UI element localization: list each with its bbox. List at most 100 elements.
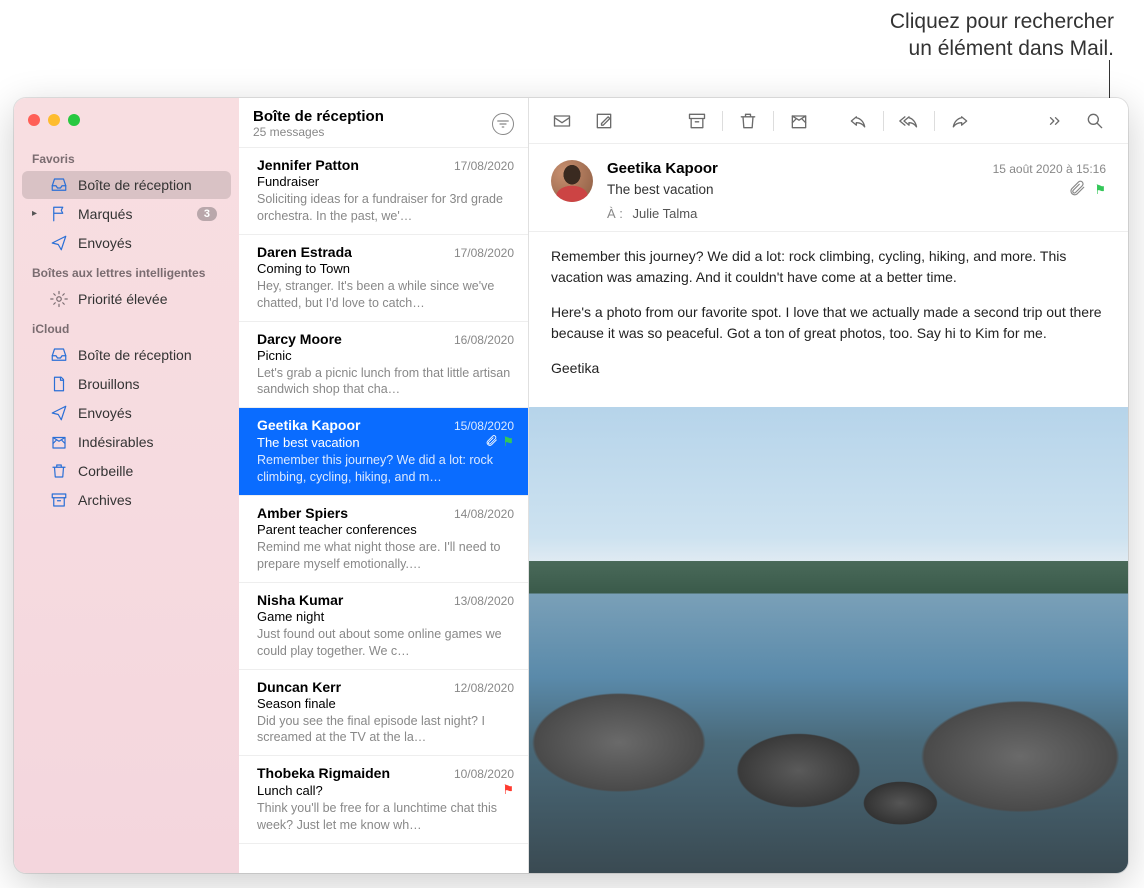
message-row[interactable]: Duncan Kerr 12/08/2020 Season finale Did… <box>239 670 528 757</box>
message-subject: The best vacation <box>607 182 714 197</box>
message-subject: Game night <box>257 609 324 624</box>
attachment-icon <box>485 434 498 450</box>
search-button[interactable] <box>1076 105 1114 137</box>
sender-name: Duncan Kerr <box>257 679 341 695</box>
message-row[interactable]: Darcy Moore 16/08/2020 Picnic Let's grab… <box>239 322 528 409</box>
inbox-icon <box>50 346 68 364</box>
more-button[interactable] <box>1034 105 1072 137</box>
message-preview: Hey, stranger. It's been a while since w… <box>257 278 514 312</box>
sidebar-label: Priorité élevée <box>78 291 217 307</box>
mail-window: Favoris Boîte de réception ▸ Marqués 3 E… <box>14 98 1128 873</box>
junk-button[interactable] <box>780 105 818 137</box>
message-date: 15/08/2020 <box>454 419 514 433</box>
sidebar-item-icloud-sent[interactable]: Envoyés <box>22 399 231 427</box>
document-icon <box>50 375 68 393</box>
message-preview: Just found out about some online games w… <box>257 626 514 660</box>
sidebar-item-icloud-drafts[interactable]: Brouillons <box>22 370 231 398</box>
sidebar-item-flagged[interactable]: ▸ Marqués 3 <box>22 200 231 228</box>
flag-icon[interactable]: ⚑ <box>1094 182 1106 198</box>
avatar[interactable] <box>551 160 593 202</box>
archive-icon <box>50 491 68 509</box>
message-subject: The best vacation <box>257 435 360 450</box>
message-list[interactable]: Jennifer Patton 17/08/2020 Fundraiser So… <box>239 148 528 873</box>
chevron-right-icon[interactable]: ▸ <box>32 208 37 219</box>
sender-name: Darcy Moore <box>257 331 342 347</box>
sidebar-label: Corbeille <box>78 463 217 479</box>
gear-icon <box>50 290 68 308</box>
mark-read-button[interactable] <box>543 105 581 137</box>
mailbox-title: Boîte de réception <box>253 108 492 125</box>
message-date: 12/08/2020 <box>454 681 514 695</box>
message-preview: Soliciting ideas for a fundraiser for 3r… <box>257 191 514 225</box>
message-row[interactable]: Geetika Kapoor 15/08/2020 The best vacat… <box>239 408 528 496</box>
message-list-header: Boîte de réception 25 messages <box>239 98 528 148</box>
flag-icon <box>50 205 68 223</box>
message-subject: Coming to Town <box>257 261 350 276</box>
to-field[interactable]: À : Julie Talma <box>607 206 1106 221</box>
message-count: 25 messages <box>253 125 492 139</box>
message-date: 17/08/2020 <box>454 246 514 260</box>
sender-name: Amber Spiers <box>257 505 348 521</box>
message-list-pane: Boîte de réception 25 messages Jennifer … <box>239 98 529 873</box>
message-preview: Think you'll be free for a lunchtime cha… <box>257 800 514 834</box>
callout-text: Cliquez pour rechercher un élément dans … <box>890 8 1114 63</box>
body-paragraph: Here's a photo from our favorite spot. I… <box>551 302 1106 344</box>
sidebar-item-inbox[interactable]: Boîte de réception <box>22 171 231 199</box>
message-row[interactable]: Nisha Kumar 13/08/2020 Game night Just f… <box>239 583 528 670</box>
attached-image[interactable] <box>529 407 1128 873</box>
zoom-window-button[interactable] <box>68 114 80 126</box>
sidebar-section-favorites: Favoris <box>14 144 239 170</box>
sidebar-label: Boîte de réception <box>78 347 217 363</box>
sidebar-item-icloud-archive[interactable]: Archives <box>22 486 231 514</box>
message-preview: Remind me what night those are. I'll nee… <box>257 539 514 573</box>
message-subject: Season finale <box>257 696 336 711</box>
sidebar-section-icloud: iCloud <box>14 314 239 340</box>
attachment-icon[interactable] <box>1068 179 1086 200</box>
sidebar-label: Envoyés <box>78 405 217 421</box>
flag-icon: ⚑ <box>502 782 514 798</box>
message-row[interactable]: Thobeka Rigmaiden 10/08/2020 Lunch call?… <box>239 756 528 844</box>
sidebar-label: Brouillons <box>78 376 217 392</box>
archive-button[interactable] <box>678 105 716 137</box>
message-subject: Fundraiser <box>257 174 319 189</box>
sender-name: Jennifer Patton <box>257 157 359 173</box>
sidebar: Favoris Boîte de réception ▸ Marqués 3 E… <box>14 98 239 873</box>
forward-button[interactable] <box>941 105 979 137</box>
message-row[interactable]: Jennifer Patton 17/08/2020 Fundraiser So… <box>239 148 528 235</box>
message-preview: Let's grab a picnic lunch from that litt… <box>257 365 514 399</box>
toolbar <box>529 98 1128 144</box>
close-window-button[interactable] <box>28 114 40 126</box>
reading-pane: Geetika Kapoor 15 août 2020 à 15:16 The … <box>529 98 1128 873</box>
sidebar-label: Boîte de réception <box>78 177 217 193</box>
sender-name: Nisha Kumar <box>257 592 343 608</box>
message-preview: Remember this journey? We did a lot: roc… <box>257 452 514 486</box>
trash-icon <box>50 462 68 480</box>
sidebar-item-icloud-trash[interactable]: Corbeille <box>22 457 231 485</box>
filter-button[interactable] <box>492 113 514 135</box>
to-label: À : <box>607 206 623 221</box>
sidebar-item-icloud-junk[interactable]: Indésirables <box>22 428 231 456</box>
flag-icon: ⚑ <box>502 434 514 450</box>
message-date: 10/08/2020 <box>454 767 514 781</box>
sidebar-label: Envoyés <box>78 235 217 251</box>
message-row[interactable]: Amber Spiers 14/08/2020 Parent teacher c… <box>239 496 528 583</box>
message-date: 15 août 2020 à 15:16 <box>993 162 1106 176</box>
minimize-window-button[interactable] <box>48 114 60 126</box>
sidebar-item-icloud-inbox[interactable]: Boîte de réception <box>22 341 231 369</box>
reply-all-button[interactable] <box>890 105 928 137</box>
from-name[interactable]: Geetika Kapoor <box>607 160 718 177</box>
delete-button[interactable] <box>729 105 767 137</box>
body-paragraph: Remember this journey? We did a lot: roc… <box>551 246 1106 288</box>
sidebar-item-sent[interactable]: Envoyés <box>22 229 231 257</box>
message-date: 17/08/2020 <box>454 159 514 173</box>
message-subject: Lunch call? <box>257 783 323 798</box>
message-row[interactable]: Daren Estrada 17/08/2020 Coming to Town … <box>239 235 528 322</box>
body-signature: Geetika <box>551 358 1106 379</box>
toolbar-divider <box>722 111 723 131</box>
sidebar-label: Marqués <box>78 206 187 222</box>
message-preview: Did you see the final episode last night… <box>257 713 514 747</box>
message-date: 14/08/2020 <box>454 507 514 521</box>
reply-button[interactable] <box>839 105 877 137</box>
compose-button[interactable] <box>585 105 623 137</box>
sidebar-item-priority[interactable]: Priorité élevée <box>22 285 231 313</box>
